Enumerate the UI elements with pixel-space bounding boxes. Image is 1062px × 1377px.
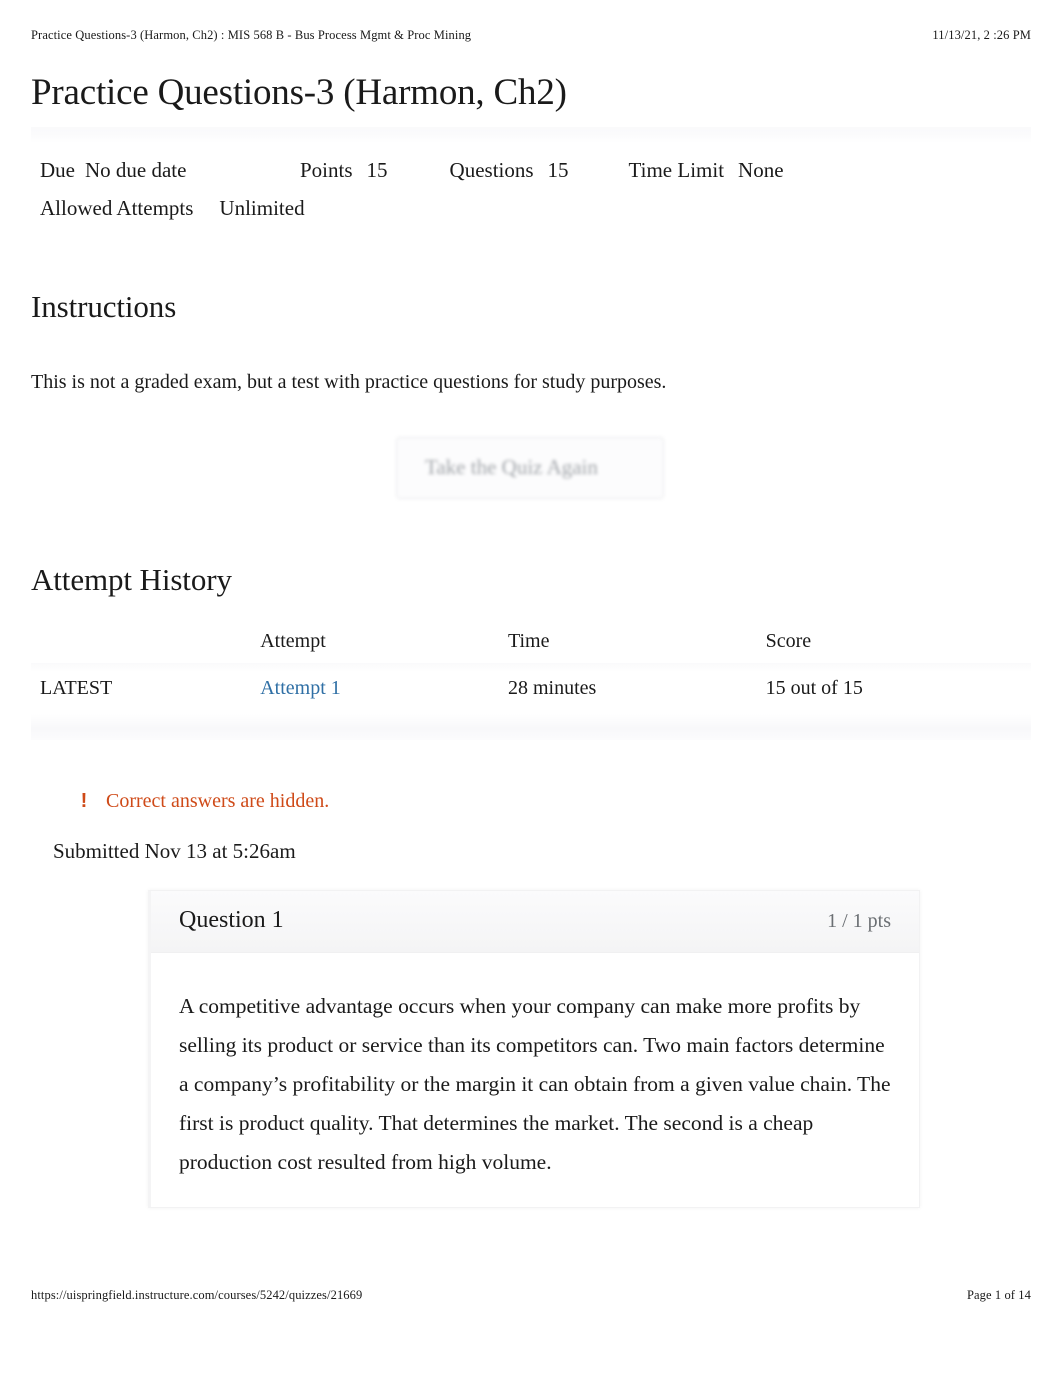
warning-exclamation-icon: ! <box>80 789 88 812</box>
questions-label: Questions <box>449 157 534 182</box>
table-row: LATEST Attempt 1 28 minutes 15 out of 15 <box>31 662 1031 714</box>
question-points: 1 / 1 pts <box>827 909 891 932</box>
attempt-kept-badge: LATEST <box>40 676 113 699</box>
attempt-time-cell: 28 minutes <box>507 676 597 699</box>
submitted-timestamp: Submitted Nov 13 at 5:26am <box>53 838 296 863</box>
print-footer-url: https://uispringfield.instructure.com/co… <box>31 1288 363 1302</box>
attempt-link-cell: Attempt 1 <box>260 663 508 714</box>
due-label: Due <box>40 157 75 182</box>
time-limit-label: Time Limit <box>628 157 725 182</box>
question-header: Question 1 1 / 1 pts <box>151 890 919 953</box>
page-title: Practice Questions-3 (Harmon, Ch2) <box>31 72 567 113</box>
column-header-attempt: Attempt <box>260 629 326 652</box>
column-header-kept <box>31 626 260 663</box>
print-header-timestamp: 11/13/21, 2 :26 PM <box>932 28 1031 42</box>
points-label: Points <box>300 157 353 182</box>
attempt-1-link[interactable]: Attempt 1 <box>260 677 341 699</box>
answers-hidden-text: Correct answers are hidden. <box>106 789 330 812</box>
print-footer-page-indicator: Page 1 of 14 <box>966 1288 1031 1302</box>
instructions-heading: Instructions <box>31 288 177 324</box>
quiz-meta: Due No due date Points 15 Questions 15 Time Li… <box>40 151 1031 227</box>
allowed-attempts-value: Unlimited <box>219 195 305 220</box>
question-body: A competitive advantage occurs when your… <box>151 953 919 1207</box>
print-header: Practice Questions-3 (Harmon, Ch2) : MIS… <box>31 28 1031 43</box>
quiz-meta-row-primary: Due No due date Points 15 Questions 15 Time Li… <box>40 151 1031 189</box>
attempt-history-table: Attempt Time Score LATEST Attempt 1 28 m… <box>31 626 1031 740</box>
questions-value: 15 <box>547 157 569 182</box>
due-value: No due date <box>85 157 187 182</box>
column-header-score: Score <box>765 629 812 652</box>
table-spacer-row <box>31 713 1031 740</box>
allowed-attempts-label: Allowed Attempts <box>40 195 194 220</box>
column-header-time: Time <box>507 629 550 652</box>
table-spacer-cell <box>31 713 1031 740</box>
print-footer: https://uispringfield.instructure.com/co… <box>31 1288 1031 1303</box>
attempt-score-cell: 15 out of 15 <box>765 676 863 699</box>
time-limit-value: None <box>738 157 784 182</box>
quiz-meta-row-attempts: Allowed Attempts Unlimited <box>40 189 1031 227</box>
instructions-body: This is not a graded exam, but a test wi… <box>31 370 667 393</box>
answers-hidden-notice: ! Correct answers are hidden. <box>71 790 1031 813</box>
take-quiz-again-button[interactable]: Take the Quiz Again <box>396 436 664 499</box>
title-divider <box>31 126 1031 143</box>
points-value: 15 <box>366 157 388 182</box>
print-header-document-title: Practice Questions-3 (Harmon, Ch2) : MIS… <box>31 28 472 42</box>
page-content: Practice Questions-3 (Harmon, Ch2) Due No… <box>31 72 1031 1208</box>
question-text: A competitive advantage occurs when your… <box>179 993 891 1175</box>
retake-area: Take the Quiz Again <box>31 433 1031 519</box>
attempt-history-heading: Attempt History <box>31 561 232 597</box>
question-title: Question 1 <box>179 906 284 933</box>
attempt-history-header-row: Attempt Time Score <box>31 626 1031 663</box>
question-card: Question 1 1 / 1 pts A competitive advan… <box>148 889 920 1208</box>
